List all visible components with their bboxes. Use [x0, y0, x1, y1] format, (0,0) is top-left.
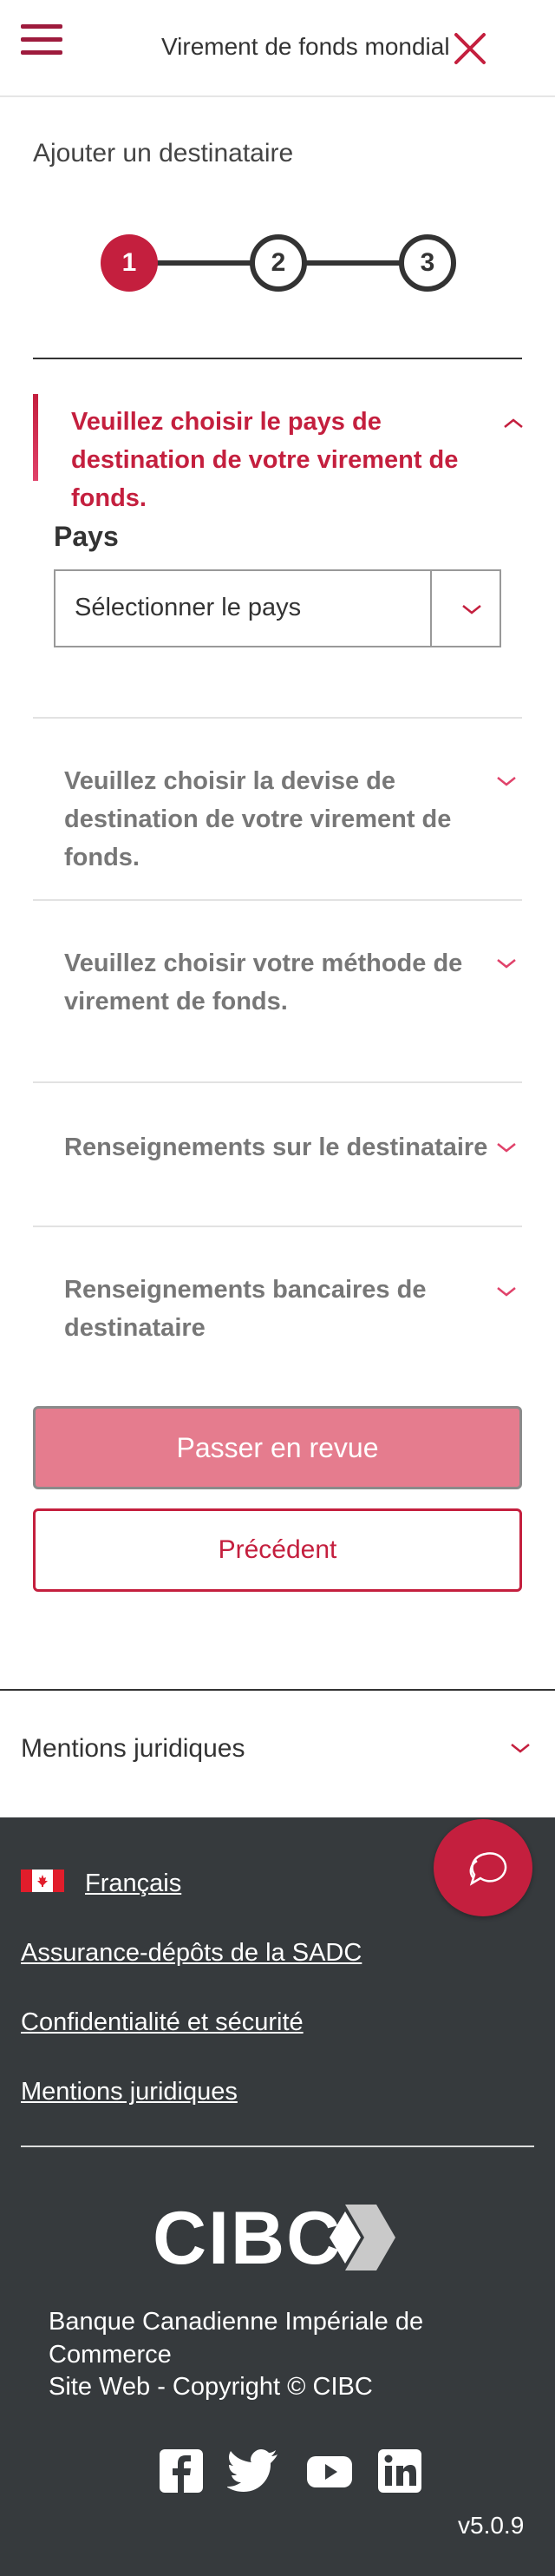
country-label: Pays [54, 521, 119, 552]
page-subtitle: Ajouter un destinataire [33, 139, 294, 168]
divider [21, 2146, 534, 2147]
legal-label: Mentions juridiques [21, 1734, 245, 1763]
step-connector [153, 260, 257, 266]
recipient-info-section-title: Renseignements sur le destinataire [64, 1134, 488, 1161]
progress-stepper: 1 2 3 [101, 234, 456, 292]
bank-name: Banque Canadienne Impériale de Commerce [49, 2308, 424, 2369]
chevron-down-icon [494, 955, 519, 972]
footer-link-legal[interactable]: Mentions juridiques [21, 2078, 238, 2106]
divider [33, 358, 522, 359]
recipient-info-section[interactable]: Renseignements sur le destinataire [33, 1081, 522, 1226]
copyright: Site Web - Copyright © CIBC [49, 2373, 373, 2401]
country-select[interactable]: Sélectionner le pays [54, 569, 501, 647]
language-link[interactable]: Français [85, 1870, 181, 1898]
chat-button[interactable] [434, 1819, 532, 1916]
select-separator [430, 571, 432, 646]
app-header: Virement de fonds mondial [0, 0, 555, 97]
chevron-down-icon [460, 601, 484, 618]
step-connector [300, 260, 404, 266]
bank-info-section[interactable]: Renseignements bancaires de destinataire [33, 1226, 522, 1370]
canada-flag-icon [21, 1870, 64, 1892]
footer-link-sadc[interactable]: Assurance-dépôts de la SADC [21, 1939, 362, 1968]
linkedin-icon[interactable] [376, 2448, 423, 2494]
method-section-title: Veuillez choisir votre méthode de vireme… [64, 950, 463, 1015]
youtube-icon[interactable] [305, 2448, 354, 2494]
cibc-logo-text: CIBC [153, 2197, 343, 2280]
cibc-logo: CIBC [153, 2196, 395, 2282]
twitter-icon[interactable] [226, 2448, 281, 2494]
method-section[interactable]: Veuillez choisir votre méthode de vireme… [33, 899, 522, 1081]
step-3: 3 [399, 234, 456, 292]
currency-section-title: Veuillez choisir la devise de destinatio… [64, 767, 452, 871]
chevron-down-icon [494, 1283, 519, 1300]
menu-icon[interactable] [21, 24, 62, 59]
chevron-up-icon[interactable] [501, 415, 526, 432]
chevron-down-icon [508, 1739, 532, 1757]
step-2: 2 [250, 234, 307, 292]
close-icon[interactable] [453, 31, 487, 66]
legal-accordion[interactable]: Mentions juridiques [0, 1691, 555, 1817]
active-accent-bar [33, 394, 38, 481]
chevron-down-icon [494, 772, 519, 790]
review-button[interactable]: Passer en revue [33, 1406, 522, 1489]
currency-section[interactable]: Veuillez choisir la devise de destinatio… [33, 717, 522, 899]
chevron-down-icon [494, 1139, 519, 1156]
country-section-title: Veuillez choisir le pays de destination … [71, 408, 459, 512]
page-title: Virement de fonds mondial [161, 33, 450, 60]
footer-link-privacy[interactable]: Confidentialité et sécurité [21, 2008, 304, 2037]
facebook-icon[interactable] [158, 2448, 205, 2494]
country-select-value: Sélectionner le pays [75, 594, 302, 621]
cibc-diamond-icon [330, 2205, 395, 2270]
previous-button[interactable]: Précédent [33, 1508, 522, 1592]
app-version: v5.0.9 [458, 2512, 525, 2539]
bank-info-section-title: Renseignements bancaires de destinataire [64, 1276, 427, 1342]
chat-icon [469, 1852, 507, 1886]
step-1: 1 [101, 234, 158, 292]
